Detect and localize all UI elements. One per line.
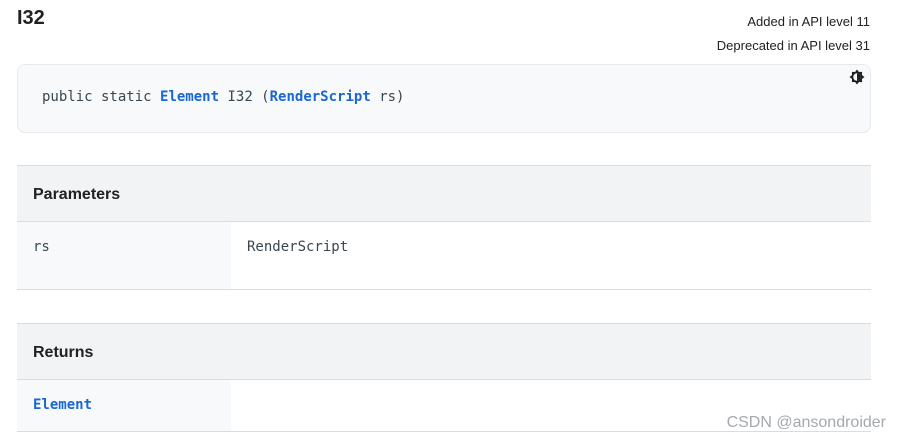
method-title: I32 xyxy=(17,7,45,29)
parameters-table: Parameters rs RenderScript xyxy=(17,165,871,290)
added-api-level: Added in API level 11 xyxy=(747,14,870,29)
renderscript-param-type-link[interactable]: RenderScript xyxy=(270,89,371,105)
dark-mode-toggle-icon[interactable] xyxy=(848,68,866,86)
returns-heading: Returns xyxy=(17,323,871,380)
code-signature: public static Element I32 (RenderScript … xyxy=(42,89,404,105)
parameters-heading: Parameters xyxy=(17,165,871,222)
return-type-cell: Element xyxy=(17,380,231,431)
watermark: CSDN @ansondroider xyxy=(726,414,886,431)
table-row: rs RenderScript xyxy=(17,222,871,290)
param-name-code: rs) xyxy=(370,89,405,105)
deprecated-api-level: Deprecated in API level 31 xyxy=(716,38,870,53)
param-name-cell: rs xyxy=(17,222,231,289)
element-return-type-link[interactable]: Element xyxy=(160,89,219,105)
api-level-info: Added in API level 11 Deprecated in API … xyxy=(717,10,870,58)
method-name-code: I32 ( xyxy=(219,89,270,105)
code-signature-box: public static Element I32 (RenderScript … xyxy=(17,64,871,133)
code-modifiers: public static xyxy=(42,89,161,105)
element-return-link[interactable]: Element xyxy=(33,397,92,413)
param-description-cell: RenderScript xyxy=(231,222,871,289)
